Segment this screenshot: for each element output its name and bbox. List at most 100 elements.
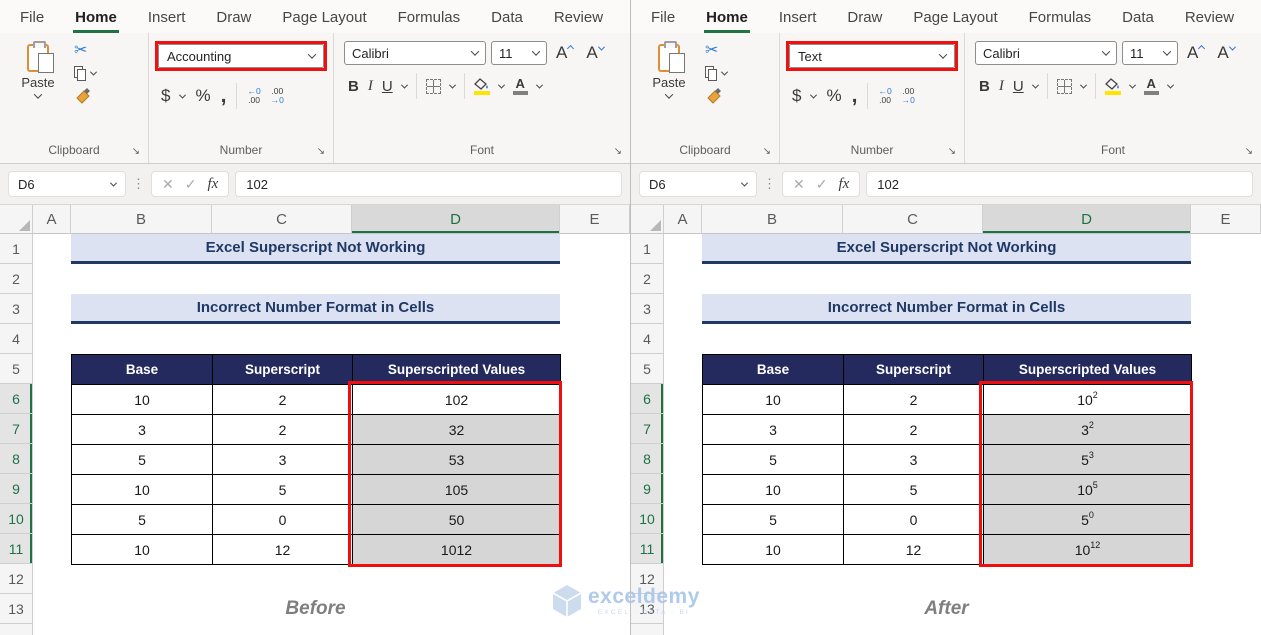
borders-chevron-icon[interactable]	[448, 81, 456, 89]
insert-function-icon[interactable]: fx	[838, 176, 849, 193]
accounting-format-icon[interactable]: $	[161, 86, 170, 106]
font-name-dropdown[interactable]: Calibri	[344, 41, 486, 65]
cell-d9[interactable]: 105	[352, 474, 561, 505]
cell-d7[interactable]: 32	[352, 414, 561, 445]
comma-style-icon[interactable]: ,	[221, 85, 227, 106]
borders-chevron-icon[interactable]	[1079, 81, 1087, 89]
cell-c8[interactable]: 3	[212, 444, 353, 475]
cell-b11[interactable]: 10	[71, 534, 213, 565]
tab-home[interactable]: Home	[73, 3, 119, 33]
fill-color-icon[interactable]	[1104, 77, 1121, 95]
clipboard-dialog-launcher-icon[interactable]: ↘	[132, 146, 140, 157]
tab-data[interactable]: Data	[489, 3, 525, 33]
tab-file[interactable]: File	[649, 3, 677, 33]
cell-b8[interactable]: 5	[702, 444, 844, 475]
decrease-decimal-icon[interactable]: .00 →0	[902, 87, 915, 105]
accounting-chevron-icon[interactable]	[179, 91, 187, 99]
row-header-1[interactable]: 1	[631, 234, 664, 264]
cut-icon[interactable]: ✂	[705, 43, 718, 59]
cell-c10[interactable]: 0	[843, 504, 984, 535]
cell-c9[interactable]: 5	[843, 474, 984, 505]
tab-draw[interactable]: Draw	[845, 3, 884, 33]
cell-d7[interactable]: 32	[983, 414, 1192, 445]
borders-icon[interactable]	[425, 78, 441, 94]
column-header-d[interactable]: D	[352, 205, 560, 234]
header-superscript[interactable]: Superscript	[212, 354, 353, 385]
cut-icon[interactable]: ✂	[74, 43, 87, 59]
comma-style-icon[interactable]: ,	[852, 85, 858, 106]
header-superscripted-values[interactable]: Superscripted Values	[983, 354, 1192, 385]
header-base[interactable]: Base	[71, 354, 213, 385]
cell-b7[interactable]: 3	[702, 414, 844, 445]
tab-home[interactable]: Home	[704, 3, 750, 33]
cell-d6[interactable]: 102	[983, 384, 1192, 415]
cell-b7[interactable]: 3	[71, 414, 213, 445]
cell-b11[interactable]: 10	[702, 534, 844, 565]
row-header-11[interactable]: 11	[0, 534, 33, 564]
name-box[interactable]: D6	[639, 171, 757, 197]
accounting-format-icon[interactable]: $	[792, 86, 801, 106]
enter-icon[interactable]: ✓	[185, 176, 197, 193]
cell-c7[interactable]: 2	[212, 414, 353, 445]
tab-draw[interactable]: Draw	[214, 3, 253, 33]
font-size-dropdown[interactable]: 11	[491, 41, 547, 65]
bold-button[interactable]: B	[979, 78, 990, 95]
column-header-e[interactable]: E	[1191, 205, 1261, 234]
cell-d8[interactable]: 53	[352, 444, 561, 475]
header-superscripted-values[interactable]: Superscripted Values	[352, 354, 561, 385]
decrease-decimal-icon[interactable]: .00 →0	[271, 87, 284, 105]
enter-icon[interactable]: ✓	[816, 176, 828, 193]
row-header-14[interactable]	[631, 624, 664, 635]
italic-button[interactable]: I	[999, 78, 1004, 95]
tab-page-layout[interactable]: Page Layout	[280, 3, 368, 33]
font-color-icon[interactable]: A	[512, 77, 528, 95]
tab-page-layout[interactable]: Page Layout	[911, 3, 999, 33]
copy-button[interactable]	[705, 66, 729, 81]
copy-chevron-icon[interactable]	[720, 68, 729, 76]
accounting-chevron-icon[interactable]	[810, 91, 818, 99]
copy-button[interactable]	[74, 66, 98, 81]
tab-formulas[interactable]: Formulas	[396, 3, 463, 33]
paste-button[interactable]: Paste	[12, 41, 64, 104]
row-header-12[interactable]: 12	[631, 564, 664, 594]
increase-decimal-icon[interactable]: ←0 .00	[247, 87, 260, 105]
row-header-14[interactable]	[0, 624, 33, 635]
row-header-7[interactable]: 7	[0, 414, 33, 444]
increase-font-size-button[interactable]: A	[552, 43, 577, 63]
underline-button[interactable]: U	[1013, 78, 1024, 95]
cell-c10[interactable]: 0	[212, 504, 353, 535]
cell-d10[interactable]: 50	[352, 504, 561, 535]
underline-chevron-icon[interactable]	[1031, 81, 1039, 89]
row-header-11[interactable]: 11	[631, 534, 664, 564]
number-format-dropdown[interactable]: Accounting	[158, 44, 324, 68]
cancel-icon[interactable]: ✕	[162, 176, 174, 193]
header-base[interactable]: Base	[702, 354, 844, 385]
cell-d11[interactable]: 1012	[352, 534, 561, 565]
tab-data[interactable]: Data	[1120, 3, 1156, 33]
insert-function-icon[interactable]: fx	[207, 176, 218, 193]
cell-b8[interactable]: 5	[71, 444, 213, 475]
tab-formulas[interactable]: Formulas	[1027, 3, 1094, 33]
decrease-font-size-button[interactable]: A	[582, 43, 607, 63]
row-header-13[interactable]: 13	[631, 594, 664, 624]
row-header-5[interactable]: 5	[631, 354, 664, 384]
column-header-c[interactable]: C	[843, 205, 983, 234]
row-header-4[interactable]: 4	[0, 324, 33, 354]
number-dialog-launcher-icon[interactable]: ↘	[948, 146, 956, 157]
cell-c11[interactable]: 12	[212, 534, 353, 565]
font-dialog-launcher-icon[interactable]: ↘	[1245, 146, 1253, 157]
underline-chevron-icon[interactable]	[400, 81, 408, 89]
row-header-9[interactable]: 9	[631, 474, 664, 504]
paste-chevron-icon[interactable]	[33, 90, 43, 99]
column-header-d[interactable]: D	[983, 205, 1191, 234]
tab-insert[interactable]: Insert	[146, 3, 188, 33]
row-header-2[interactable]: 2	[631, 264, 664, 294]
cell-d8[interactable]: 53	[983, 444, 1192, 475]
clipboard-dialog-launcher-icon[interactable]: ↘	[763, 146, 771, 157]
row-header-3[interactable]: 3	[631, 294, 664, 324]
formula-input[interactable]: 102	[866, 171, 1253, 197]
cancel-icon[interactable]: ✕	[793, 176, 805, 193]
row-header-8[interactable]: 8	[631, 444, 664, 474]
header-superscript[interactable]: Superscript	[843, 354, 984, 385]
column-header-b[interactable]: B	[71, 205, 212, 234]
